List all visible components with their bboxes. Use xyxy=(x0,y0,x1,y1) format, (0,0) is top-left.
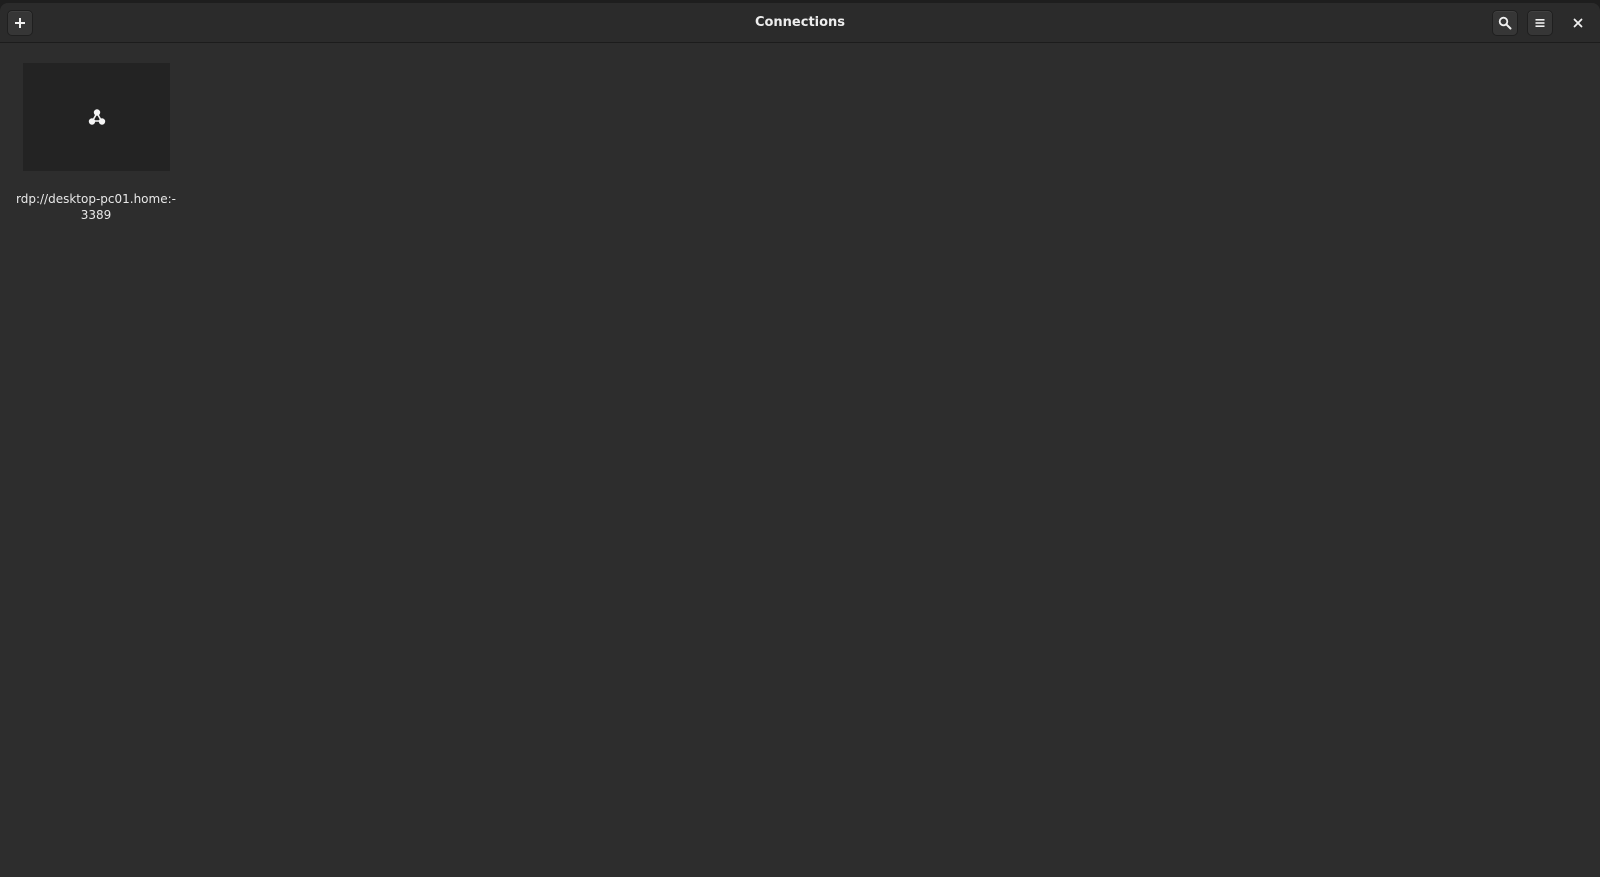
close-window-button[interactable] xyxy=(1566,11,1590,35)
header-bar: Connections xyxy=(0,3,1600,43)
search-button[interactable] xyxy=(1492,10,1518,36)
connection-item[interactable]: rdp://desktop-pc01.home:- 3389 xyxy=(16,63,176,223)
main-menu-button[interactable] xyxy=(1527,10,1553,36)
connection-label: rdp://desktop-pc01.home:- 3389 xyxy=(16,191,176,223)
add-connection-button[interactable] xyxy=(7,10,33,36)
search-icon xyxy=(1498,16,1512,30)
app-window: Connections rdp://desktop-pc01.home:- 33… xyxy=(0,3,1600,877)
connection-label-line2: 3389 xyxy=(80,208,112,222)
connection-thumbnail[interactable] xyxy=(23,63,170,171)
hamburger-menu-icon xyxy=(1535,19,1545,27)
close-icon xyxy=(1573,18,1583,28)
window-title: Connections xyxy=(754,15,846,30)
connection-label-line1: rdp://desktop-pc01.home:- xyxy=(16,192,176,206)
plus-icon xyxy=(15,18,25,28)
connections-grid: rdp://desktop-pc01.home:- 3389 xyxy=(0,43,1600,877)
network-connection-icon xyxy=(88,109,105,125)
